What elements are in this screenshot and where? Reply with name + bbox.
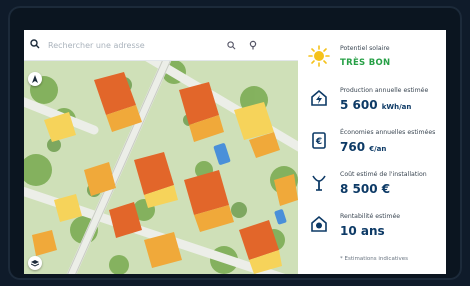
euro-doc-icon: €: [308, 129, 330, 151]
savings-value: 760 €/an: [340, 140, 387, 154]
solar-map[interactable]: [24, 60, 298, 274]
row-annual-savings: € Économies annuelles estimées 760 €/an: [308, 128, 438, 170]
search-icon[interactable]: [24, 38, 46, 52]
svg-text:€: €: [315, 137, 322, 147]
house-bolt-icon: [308, 87, 330, 109]
house-check-icon: [308, 213, 330, 235]
zoom-icon[interactable]: [220, 34, 242, 56]
row-label: Économies annuelles estimées: [340, 129, 436, 136]
north-icon[interactable]: [28, 72, 42, 86]
sun-icon: [308, 45, 330, 67]
solar-potential-value: TRÈS BON: [340, 58, 391, 68]
cost-value: 8 500 €: [340, 182, 391, 196]
production-value: 5 600 kWh/an: [340, 98, 412, 112]
address-search-input[interactable]: [46, 39, 220, 51]
row-solar-potential: Potentiel solaire TRÈS BON: [308, 44, 438, 86]
estimates-note: * Estimations indicatives: [340, 256, 409, 262]
search-bar: [24, 30, 298, 61]
solar-info-panel: Potentiel solaire TRÈS BON Production an…: [298, 30, 446, 274]
bolt-tower-icon: [308, 171, 330, 193]
layers-icon[interactable]: [28, 256, 42, 270]
row-installation-cost: Coût estimé de l'installation 8 500 €: [308, 170, 438, 212]
row-profitability: Rentabilité estimée 10 ans: [308, 212, 438, 254]
profitability-value: 10 ans: [340, 224, 385, 238]
row-label: Coût estimé de l'installation: [340, 171, 427, 178]
row-label: Production annuelle estimée: [340, 87, 429, 94]
row-annual-production: Production annuelle estimée 5 600 kWh/an: [308, 86, 438, 128]
locate-icon[interactable]: [242, 34, 264, 56]
row-label: Potentiel solaire: [340, 45, 390, 52]
row-label: Rentabilité estimée: [340, 213, 401, 220]
